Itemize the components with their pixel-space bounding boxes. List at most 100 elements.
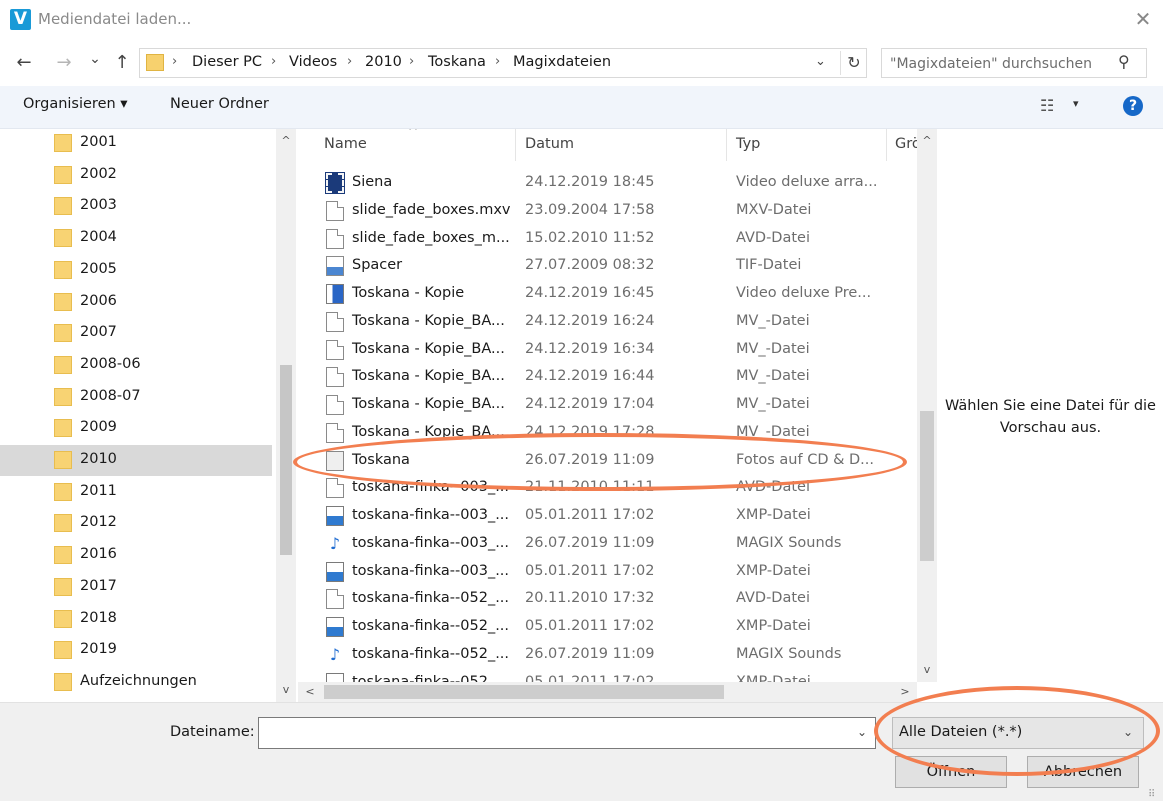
file-row[interactable]: Toskana 26.07.2019 11:09 Fotos auf CD & D.… [298, 447, 912, 475]
view-options-icon[interactable]: ☷ [1040, 96, 1054, 115]
back-arrow-icon[interactable]: ← [11, 50, 37, 76]
column-header-type[interactable]: Typ [736, 136, 760, 152]
sidebar-item-2003[interactable]: 2003 [0, 191, 272, 222]
search-input[interactable] [882, 49, 1124, 79]
sidebar-item-2007[interactable]: 2007 [0, 318, 272, 349]
organize-button[interactable]: Organisieren ▾ [23, 96, 128, 112]
refresh-icon[interactable]: ↻ [840, 51, 867, 75]
scrollbar-thumb[interactable] [280, 365, 292, 555]
recent-locations-chevron-icon[interactable]: ⌄ [82, 46, 108, 72]
file-row[interactable]: Siena 24.12.2019 18:45 Video deluxe arra..… [298, 169, 912, 197]
column-divider[interactable] [726, 129, 727, 161]
file-row[interactable]: Toskana - Kopie 24.12.2019 16:45 Video del… [298, 280, 912, 308]
scrollbar-thumb[interactable] [324, 685, 724, 699]
file-date: 24.12.2019 18:45 [525, 174, 655, 190]
scroll-right-arrow-icon[interactable]: > [895, 685, 915, 698]
folder-icon [54, 355, 72, 374]
sidebar-item-2010[interactable]: 2010 [0, 445, 272, 476]
scrollbar-thumb[interactable] [920, 411, 934, 561]
help-icon[interactable]: ? [1123, 96, 1143, 116]
file-name: toskana-finka--003_... [352, 479, 510, 496]
file-row[interactable]: Toskana - Kopie_BA... 24.12.2019 17:04 MV_… [298, 391, 912, 419]
sidebar-item-aufzeichnungen[interactable]: Aufzeichnungen [0, 667, 272, 698]
file-row[interactable]: toskana-finka--052_... 05.01.2011 17:02 XM… [298, 613, 912, 641]
filename-input[interactable] [259, 718, 857, 750]
sidebar-item-2005[interactable]: 2005 [0, 255, 272, 286]
address-bar[interactable]: › Dieser PC › Videos › 2010 › Toskana › … [139, 48, 867, 78]
title-bar: V Mediendatei laden... ✕ [0, 0, 1163, 40]
file-type: MV_-Datei [736, 423, 810, 440]
sidebar-item-2006[interactable]: 2006 [0, 287, 272, 318]
sidebar-item-2019[interactable]: 2019 [0, 635, 272, 666]
filename-dropdown-chevron-icon[interactable]: ⌄ [857, 725, 867, 739]
sidebar-item-label: 2003 [80, 197, 117, 214]
sidebar-item-2004[interactable]: 2004 [0, 223, 272, 254]
file-row[interactable]: slide_fade_boxes_m... 15.02.2010 11:52 AVD… [298, 225, 912, 253]
column-divider[interactable] [515, 129, 516, 161]
column-header-date[interactable]: Datum [525, 136, 574, 152]
scroll-up-arrow-icon[interactable]: ^ [917, 134, 937, 147]
search-box[interactable]: ⚲ [881, 48, 1147, 79]
forward-arrow-icon[interactable]: → [51, 50, 77, 76]
image-file-icon [326, 256, 344, 277]
open-button[interactable]: Öffnen [895, 756, 1007, 788]
column-header-name[interactable]: Name [324, 136, 367, 152]
file-list-horizontal-scrollbar[interactable]: < > [298, 682, 917, 702]
cancel-button[interactable]: Abbrechen [1027, 756, 1139, 788]
file-row[interactable]: toskana-finka--052_... 20.11.2010 17:32 AV… [298, 585, 912, 613]
file-row[interactable]: Spacer 27.07.2009 08:32 TIF-Datei [298, 252, 912, 280]
sidebar-item-2017[interactable]: 2017 [0, 572, 272, 603]
file-date: 24.12.2019 17:04 [525, 396, 655, 412]
file-row[interactable]: Toskana - Kopie_BA... 24.12.2019 16:24 MV_… [298, 308, 912, 336]
file-row[interactable]: ♪ toskana-finka--052_... 26.07.2019 11:09 M… [298, 641, 912, 669]
column-divider[interactable] [886, 129, 887, 161]
sidebar-item-2012[interactable]: 2012 [0, 508, 272, 539]
xmp-file-icon [326, 617, 344, 637]
file-row[interactable]: slide_fade_boxes.mxv 23.09.2004 17:58 MXV-… [298, 197, 912, 225]
filter-dropdown-chevron-icon[interactable]: ⌄ [1123, 725, 1133, 739]
resize-grip-icon[interactable]: ⠿ [1148, 789, 1155, 800]
sidebar-item-2001[interactable]: 2001 [0, 129, 272, 159]
file-row[interactable]: ♪ toskana-finka--003_... 26.07.2019 11:09 M… [298, 530, 912, 558]
sidebar-item-2018[interactable]: 2018 [0, 604, 272, 635]
file-row[interactable]: toskana-finka--003_... 21.11.2010 11:11 AV… [298, 474, 912, 502]
file-row[interactable]: toskana-finka--003_... 05.01.2011 17:02 XM… [298, 558, 912, 586]
breadcrumb-toskana[interactable]: Toskana [428, 54, 486, 70]
sidebar-item-2011[interactable]: 2011 [0, 477, 272, 508]
view-dropdown-chevron-icon[interactable]: ▾ [1073, 97, 1079, 110]
search-icon[interactable]: ⚲ [1118, 52, 1130, 71]
folder-icon [54, 482, 72, 501]
sidebar-item-2002[interactable]: 2002 [0, 160, 272, 191]
breadcrumb-magixdateien[interactable]: Magixdateien [513, 54, 611, 70]
scroll-down-arrow-icon[interactable]: v [276, 683, 296, 696]
scroll-left-arrow-icon[interactable]: < [300, 685, 320, 698]
breadcrumb-videos[interactable]: Videos [289, 54, 337, 70]
file-list-vertical-scrollbar[interactable]: ^ v [917, 129, 937, 682]
breadcrumb-separator: › [172, 54, 178, 69]
folder-icon [54, 451, 72, 469]
sidebar-item-2016[interactable]: 2016 [0, 540, 272, 571]
file-type-filter-select[interactable]: Alle Dateien (*.*) ⌄ [892, 717, 1144, 749]
filename-combobox[interactable]: ⌄ [258, 717, 876, 750]
close-icon[interactable]: ✕ [1128, 4, 1158, 34]
file-date: 20.11.2010 17:32 [525, 590, 655, 607]
file-date: 21.11.2010 11:11 [525, 479, 655, 496]
file-row[interactable]: Toskana - Kopie_BA... 24.12.2019 16:44 MV_… [298, 363, 912, 391]
scroll-up-arrow-icon[interactable]: ^ [276, 134, 296, 147]
file-row[interactable]: Toskana - Kopie_BA... 24.12.2019 16:34 MV_… [298, 336, 912, 364]
address-dropdown-chevron-icon[interactable]: ⌄ [815, 54, 826, 69]
document-file-icon [326, 422, 344, 443]
folder-icon [54, 577, 72, 596]
new-folder-button[interactable]: Neuer Ordner [170, 96, 269, 112]
breadcrumb-dieser-pc[interactable]: Dieser PC [192, 54, 262, 70]
sidebar-item-2008-07[interactable]: 2008-07 [0, 382, 272, 413]
scroll-down-arrow-icon[interactable]: v [917, 663, 937, 676]
navigation-scrollbar[interactable]: ^ v [276, 129, 296, 702]
up-arrow-icon[interactable]: ↑ [109, 50, 135, 76]
breadcrumb-2010[interactable]: 2010 [365, 54, 402, 70]
sidebar-item-2008-06[interactable]: 2008-06 [0, 350, 272, 381]
file-row[interactable]: toskana-finka--003_... 05.01.2011 17:02 XM… [298, 502, 912, 530]
video-file-icon [325, 172, 345, 194]
sidebar-item-2009[interactable]: 2009 [0, 413, 272, 444]
file-row[interactable]: Toskana - Kopie_BA... 24.12.2019 17:28 MV_… [298, 419, 912, 447]
